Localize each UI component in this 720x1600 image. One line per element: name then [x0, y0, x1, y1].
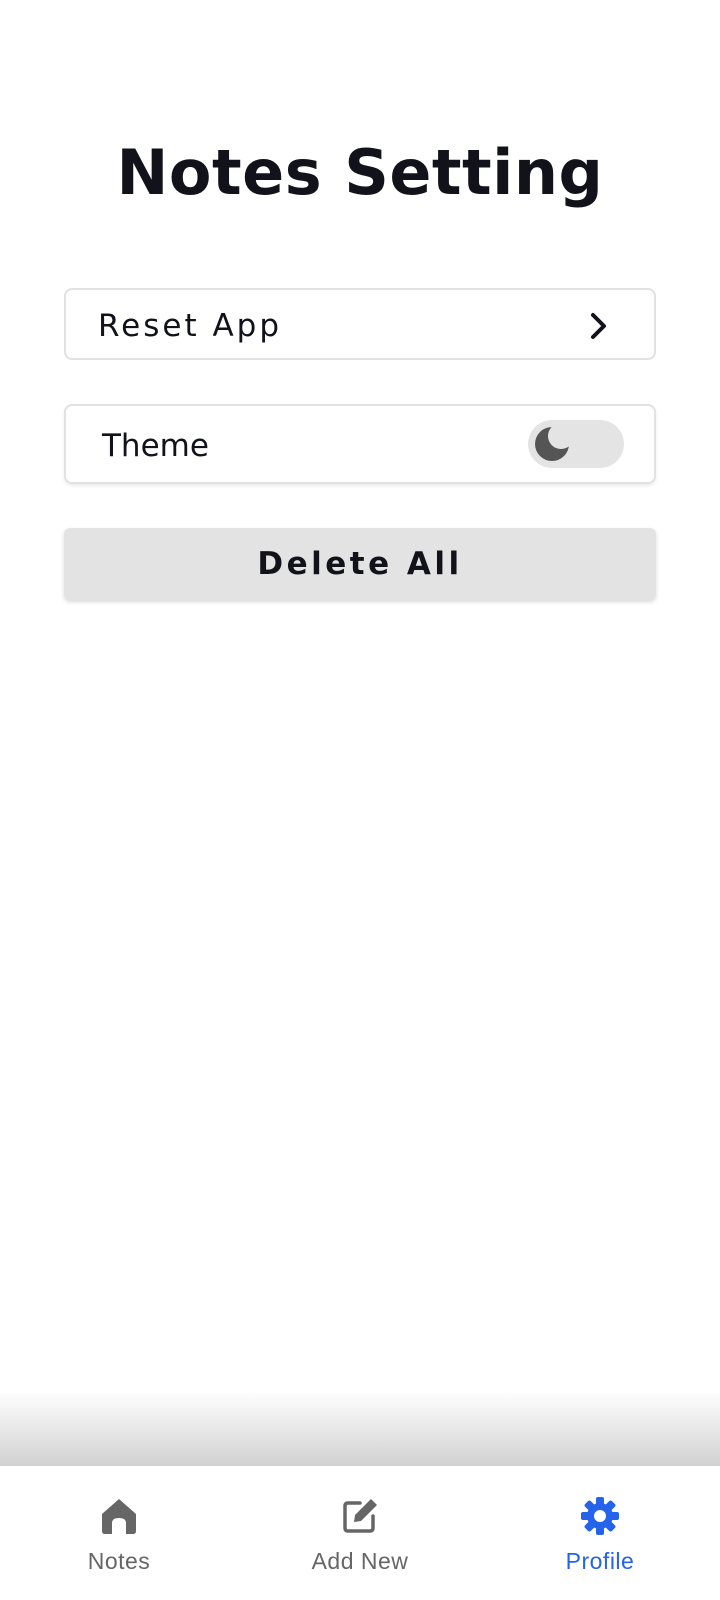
nav-label-add-new: Add New [311, 1548, 409, 1574]
bottom-nav: Notes Add New Profile [0, 1466, 720, 1600]
bottom-nav-shadow [0, 1390, 720, 1466]
theme-row: Theme [64, 404, 656, 484]
nav-item-notes[interactable]: Notes [19, 1466, 219, 1600]
theme-toggle[interactable] [528, 420, 624, 468]
theme-label: Theme [102, 428, 209, 464]
nav-item-add-new[interactable]: Add New [260, 1466, 460, 1600]
home-icon [102, 1499, 136, 1534]
edit-icon [343, 1499, 377, 1533]
reset-app-label: Reset App [98, 308, 283, 344]
nav-label-profile: Profile [565, 1548, 635, 1574]
page-title: Notes Setting [116, 136, 604, 209]
delete-all-button[interactable]: Delete All [64, 528, 656, 600]
moon-icon [535, 424, 572, 461]
gear-icon [581, 1497, 619, 1535]
nav-item-profile[interactable]: Profile [500, 1466, 700, 1600]
nav-label-notes: Notes [87, 1548, 151, 1574]
reset-app-row[interactable]: Reset App [64, 288, 656, 360]
chevron-right-icon [591, 313, 606, 339]
